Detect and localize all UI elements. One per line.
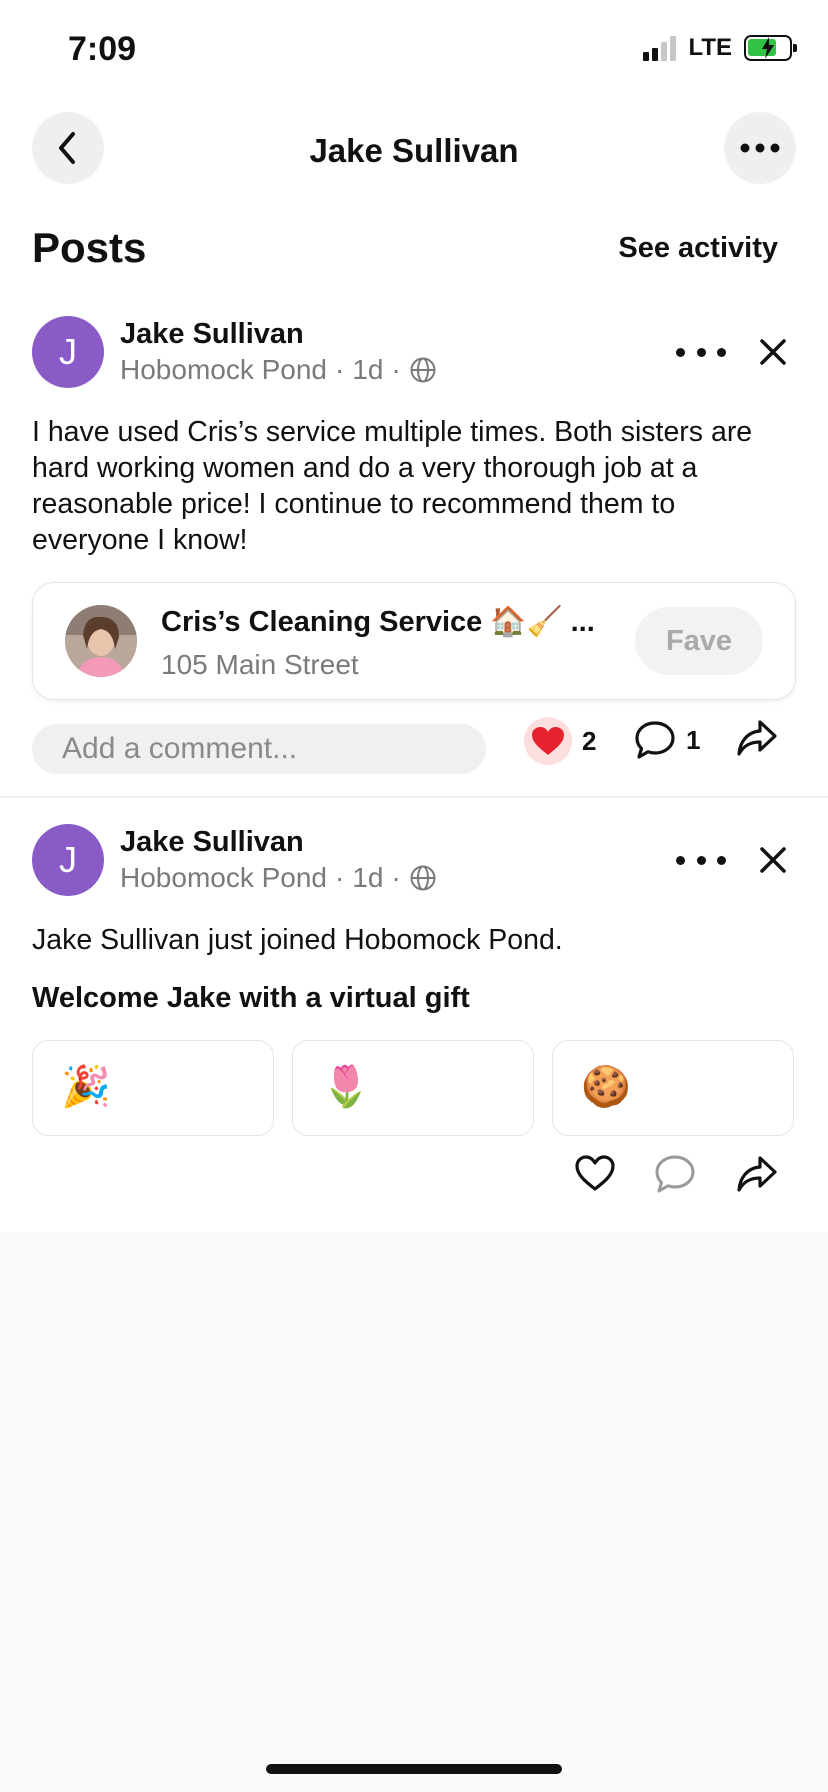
- battery-icon: [744, 35, 797, 61]
- cookie-icon: 🍪: [581, 1065, 631, 1109]
- post-options-icon[interactable]: [676, 850, 726, 870]
- tulip-icon: 🌷: [321, 1065, 371, 1109]
- more-options-button[interactable]: [724, 112, 796, 184]
- post-meta: Hobomock Pond · 1d ·: [120, 862, 437, 894]
- heart-filled-icon: [524, 717, 572, 765]
- author-avatar[interactable]: J: [32, 824, 104, 896]
- globe-icon: [410, 357, 436, 383]
- post-divider: [0, 796, 828, 798]
- post-author[interactable]: Jake Sullivan: [120, 826, 304, 859]
- gift-option-party[interactable]: 🎉: [32, 1040, 274, 1136]
- status-time: 7:09: [68, 30, 137, 68]
- close-icon[interactable]: [756, 843, 790, 877]
- speech-bubble-icon: [635, 721, 675, 759]
- post-time: 1d: [352, 862, 384, 893]
- comment-outline-icon[interactable]: [654, 1154, 696, 1194]
- separator-dot: ·: [391, 354, 401, 385]
- page-title: Jake Sullivan: [309, 132, 519, 169]
- comment-count: 1: [686, 724, 701, 755]
- app-screen: 7:09 LTE Jake Sullivan Posts See activit…: [0, 0, 828, 1792]
- business-address: 105 Main Street: [161, 649, 359, 680]
- post-neighborhood: Hobomock Pond: [120, 354, 328, 385]
- share-icon[interactable]: [736, 718, 778, 758]
- network-label: LTE: [688, 34, 732, 61]
- post-neighborhood: Hobomock Pond: [120, 862, 328, 893]
- ellipsis-icon: [740, 143, 780, 153]
- globe-icon: [410, 865, 436, 891]
- heart-outline-icon[interactable]: [574, 1154, 616, 1192]
- status-bar: 7:09 LTE: [0, 0, 828, 100]
- post-time: 1d: [352, 354, 384, 385]
- post-body: I have used Cris’s service multiple time…: [32, 416, 753, 556]
- business-card[interactable]: Cris’s Cleaning Service 🏠🧹 ... 105 Main …: [32, 582, 796, 700]
- party-popper-icon: 🎉: [61, 1065, 111, 1109]
- separator-dot: ·: [391, 862, 401, 893]
- post-body: Jake Sullivan just joined Hobomock Pond.: [32, 924, 563, 956]
- status-indicators: LTE: [643, 34, 797, 62]
- business-photo: [65, 605, 137, 677]
- gift-option-cookie[interactable]: 🍪: [552, 1040, 794, 1136]
- reaction-button[interactable]: 2: [524, 717, 596, 765]
- post-options-icon[interactable]: [676, 342, 726, 362]
- business-name: Cris’s Cleaning Service 🏠🧹 ...: [161, 606, 595, 638]
- fave-button[interactable]: Fave: [635, 607, 763, 675]
- separator-dot: ·: [335, 862, 345, 893]
- comment-input[interactable]: [32, 724, 486, 774]
- signal-icon: [643, 35, 677, 61]
- home-indicator[interactable]: [266, 1764, 562, 1774]
- author-avatar[interactable]: J: [32, 316, 104, 388]
- close-icon[interactable]: [756, 335, 790, 369]
- share-icon[interactable]: [736, 1154, 778, 1194]
- post-meta: Hobomock Pond · 1d ·: [120, 354, 437, 386]
- reaction-count: 2: [582, 725, 597, 756]
- separator-dot: ·: [335, 354, 345, 385]
- post-author[interactable]: Jake Sullivan: [120, 318, 304, 351]
- gift-option-tulip[interactable]: 🌷: [292, 1040, 534, 1136]
- see-activity-link[interactable]: See activity: [618, 232, 778, 265]
- section-title: Posts: [32, 224, 147, 271]
- comment-button[interactable]: 1: [634, 720, 700, 760]
- gift-section-title: Welcome Jake with a virtual gift: [32, 982, 470, 1014]
